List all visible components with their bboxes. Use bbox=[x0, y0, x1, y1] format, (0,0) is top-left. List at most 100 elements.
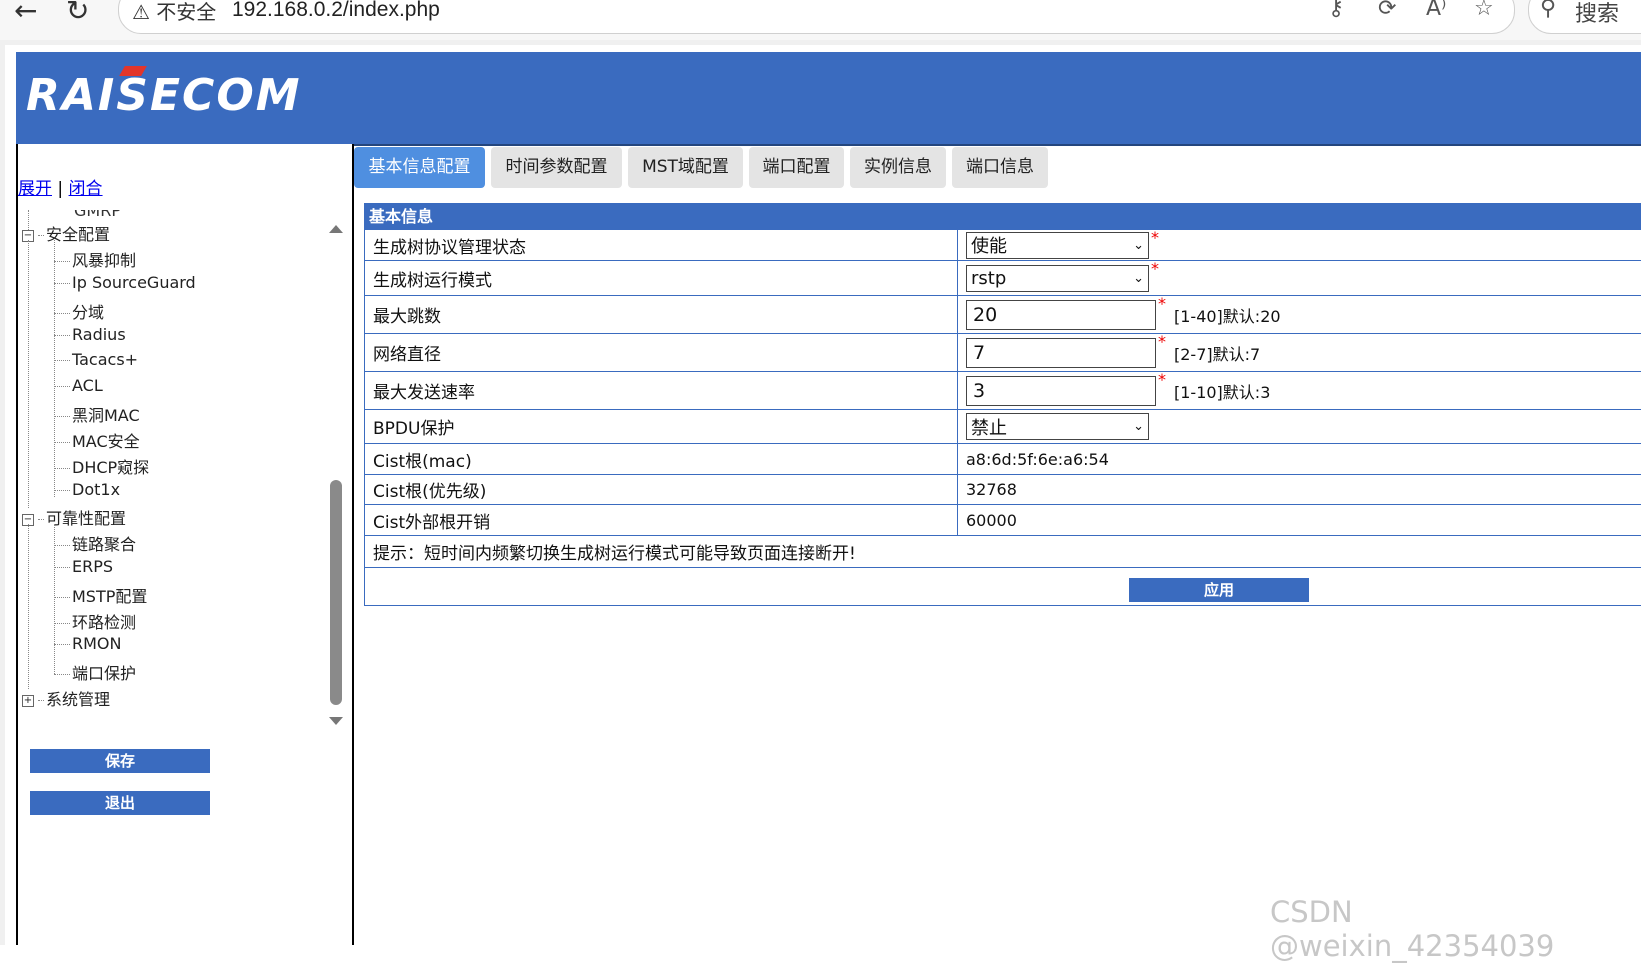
tree-line bbox=[28, 524, 29, 689]
tree-connector bbox=[54, 468, 70, 469]
tree-item-label: 风暴抑制 bbox=[72, 251, 137, 270]
tree-item-ip-sourceguard[interactable]: Ip SourceGuard bbox=[54, 273, 196, 292]
scroll-up-icon[interactable] bbox=[329, 225, 343, 233]
scroll-thumb[interactable] bbox=[330, 480, 342, 705]
select-value: 禁止 bbox=[971, 417, 1007, 439]
tree-group-system-management[interactable]: + 系统管理 bbox=[22, 686, 110, 710]
tab-instance-info[interactable]: 实例信息 bbox=[850, 147, 946, 188]
tree-item-label: 端口保护 bbox=[72, 664, 137, 683]
tree-item-dhcp-snooping[interactable]: DHCP窥探 bbox=[54, 454, 149, 478]
stp-admin-state-select[interactable]: 使能 ⌄ bbox=[966, 231, 1149, 259]
notice-text: 提示：短时间内频繁切换生成树运行模式可能导致页面连接断开! bbox=[373, 544, 856, 564]
tree-item-label: DHCP窥探 bbox=[72, 458, 150, 477]
select-value: 使能 bbox=[971, 236, 1007, 257]
row-label: 最大发送速率 bbox=[365, 372, 958, 409]
save-button[interactable]: 保存 bbox=[30, 749, 210, 773]
tree-connector bbox=[38, 235, 44, 236]
row-cist-external-cost: Cist外部根开销 60000 bbox=[364, 505, 1641, 536]
expand-toggle-icon[interactable]: + bbox=[22, 694, 34, 707]
select-value: rstp bbox=[971, 267, 1007, 289]
row-value: 20 * [1-40]默认:20 bbox=[958, 294, 1641, 333]
required-mark: * bbox=[1158, 370, 1166, 389]
required-mark: * bbox=[1158, 332, 1166, 351]
sidebar-scrollbar[interactable] bbox=[329, 225, 343, 725]
tree-connector bbox=[38, 519, 44, 520]
tree-connector bbox=[54, 261, 70, 262]
tree-item-partial[interactable]: GMRP bbox=[74, 210, 121, 220]
favorite-star-icon[interactable]: ☆ bbox=[1474, 0, 1494, 21]
apply-button[interactable]: 应用 bbox=[1129, 578, 1309, 602]
row-label: 生成树协议管理状态 bbox=[365, 230, 958, 260]
security-warning[interactable]: ⚠ 不安全 bbox=[132, 0, 216, 25]
tree-group-reliability[interactable]: − 可靠性配置 bbox=[22, 505, 126, 529]
row-value: 禁止 ⌄ bbox=[958, 410, 1641, 443]
row-label: 最大跳数 bbox=[365, 296, 958, 333]
read-aloud-icon[interactable]: A⁾ bbox=[1426, 0, 1446, 21]
tree-item-label: Ip SourceGuard bbox=[72, 273, 196, 292]
collapse-all-link[interactable]: 闭合 bbox=[69, 179, 103, 199]
cist-root-priority-value: 32768 bbox=[966, 480, 1017, 499]
tree-item-tacacs[interactable]: Tacacs+ bbox=[54, 350, 138, 369]
tree-item-dot1x[interactable]: Dot1x bbox=[54, 480, 120, 499]
tree-connector bbox=[54, 416, 70, 417]
url-text[interactable]: 192.168.0.2/index.php bbox=[232, 0, 440, 22]
row-cist-root-priority: Cist根(优先级) 32768 bbox=[364, 475, 1641, 505]
tree-connector bbox=[54, 283, 70, 284]
refresh-icon[interactable]: ↻ bbox=[66, 0, 89, 27]
tree-item-port-protection[interactable]: 端口保护 bbox=[54, 660, 136, 684]
stp-mode-select[interactable]: rstp ⌄ bbox=[966, 264, 1149, 292]
tree-item-domain[interactable]: 分域 bbox=[54, 299, 104, 323]
row-notice: 提示：短时间内频繁切换生成树运行模式可能导致页面连接断开! bbox=[364, 536, 1641, 568]
tree-item-mstp-config[interactable]: MSTP配置 bbox=[54, 583, 147, 607]
sync-icon[interactable]: ⟳ bbox=[1378, 0, 1396, 21]
tree-item-loop-detection[interactable]: 环路检测 bbox=[54, 609, 136, 633]
row-apply bbox=[364, 568, 1641, 606]
tree-connector bbox=[54, 623, 70, 624]
range-hint: [1-40]默认:20 bbox=[1174, 306, 1281, 326]
tab-time-params[interactable]: 时间参数配置 bbox=[491, 147, 622, 188]
logo: RAISECOM bbox=[26, 70, 302, 121]
tab-port-config[interactable]: 端口配置 bbox=[749, 147, 844, 188]
row-stp-admin-state: 生成树协议管理状态 使能 ⌄ * bbox=[364, 228, 1641, 261]
max-hops-input[interactable]: 20 bbox=[966, 299, 1156, 330]
row-label: Cist根(优先级) bbox=[365, 475, 958, 504]
tree-item-label: RMON bbox=[72, 634, 122, 653]
bpdu-protection-select[interactable]: 禁止 ⌄ bbox=[966, 413, 1149, 440]
tree-item-link-aggregation[interactable]: 链路聚合 bbox=[54, 531, 136, 555]
tree-item-label: ERPS bbox=[72, 557, 114, 576]
menu-tree: GMRP − 安全配置 风暴抑制 Ip SourceGuard 分域 Radius… bbox=[18, 210, 328, 742]
tree-item-erps[interactable]: ERPS bbox=[54, 557, 113, 576]
tab-basic-info[interactable]: 基本信息配置 bbox=[354, 147, 485, 188]
scroll-down-icon[interactable] bbox=[329, 717, 343, 725]
tree-item-blackhole-mac[interactable]: 黑洞MAC bbox=[54, 402, 140, 426]
row-value: 使能 ⌄ * bbox=[958, 228, 1641, 260]
logout-button[interactable]: 退出 bbox=[30, 791, 210, 815]
section-title-text: 基本信息 bbox=[369, 207, 434, 226]
chevron-down-icon: ⌄ bbox=[1133, 270, 1144, 286]
tree-group-security[interactable]: − 安全配置 bbox=[22, 221, 110, 245]
tree-item-mac-security[interactable]: MAC安全 bbox=[54, 428, 140, 452]
max-send-rate-input[interactable]: 3 bbox=[966, 375, 1156, 406]
tree-connector bbox=[54, 644, 70, 645]
tree-connector bbox=[54, 442, 70, 443]
tree-group-label: 可靠性配置 bbox=[46, 509, 127, 528]
row-value: rstp ⌄ * bbox=[958, 259, 1641, 295]
row-label: BPDU保护 bbox=[365, 410, 958, 443]
link-separator: | bbox=[57, 179, 64, 199]
key-icon[interactable]: ⚷ bbox=[1328, 0, 1344, 21]
tree-item-rmon[interactable]: RMON bbox=[54, 634, 121, 653]
tree-connector bbox=[54, 545, 70, 546]
row-stp-mode: 生成树运行模式 rstp ⌄ * bbox=[364, 259, 1641, 296]
tree-item-radius[interactable]: Radius bbox=[54, 325, 126, 344]
tree-group-label: 安全配置 bbox=[46, 225, 111, 244]
tree-connector bbox=[54, 567, 70, 568]
tab-mst-domain[interactable]: MST域配置 bbox=[628, 147, 743, 188]
expand-all-link[interactable]: 展开 bbox=[18, 179, 52, 199]
network-diameter-input[interactable]: 7 bbox=[966, 337, 1156, 368]
expand-collapse-links: 展开 | 闭合 bbox=[18, 174, 103, 199]
back-icon[interactable]: ← bbox=[14, 0, 37, 27]
tree-item-acl[interactable]: ACL bbox=[54, 376, 103, 395]
tab-port-info[interactable]: 端口信息 bbox=[952, 147, 1048, 188]
range-hint: [1-10]默认:3 bbox=[1174, 382, 1271, 402]
tree-item-storm-suppression[interactable]: 风暴抑制 bbox=[54, 247, 136, 271]
